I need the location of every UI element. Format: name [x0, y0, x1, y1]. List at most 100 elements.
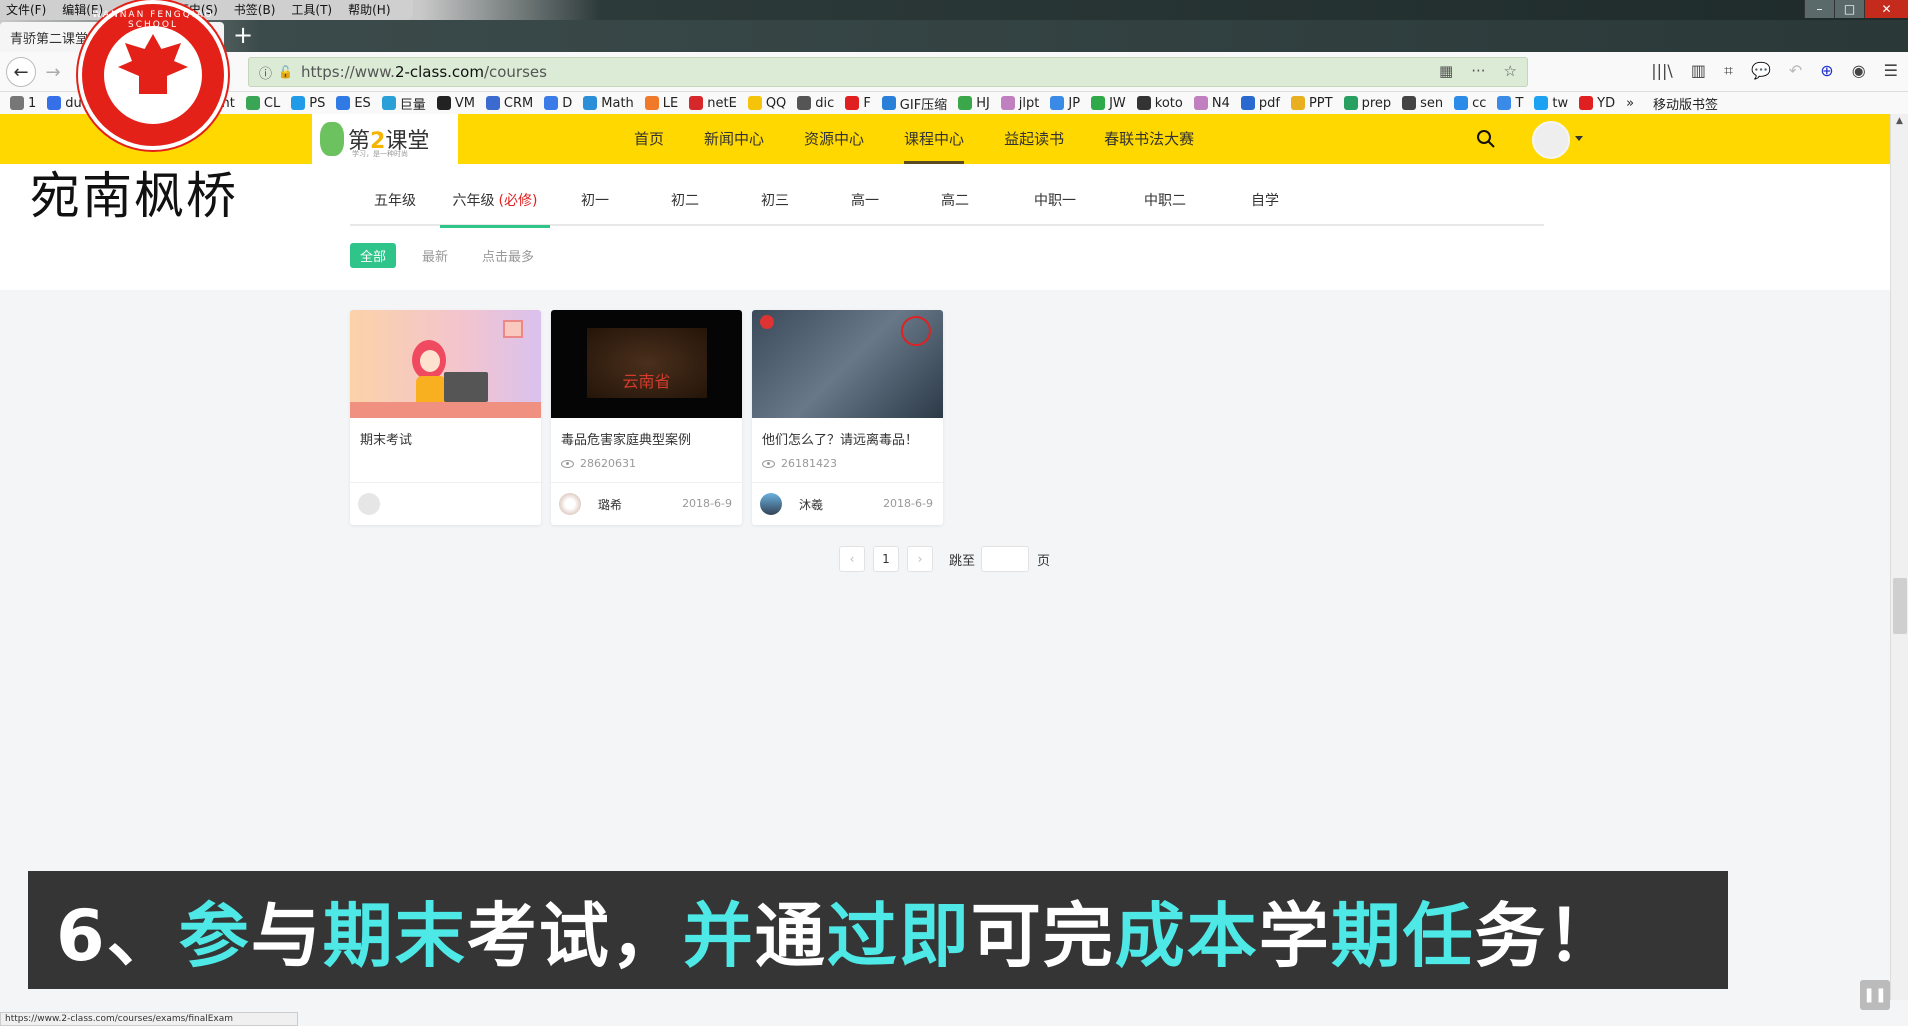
menu-item[interactable]: 帮助(H)	[348, 0, 390, 20]
bookmark-item[interactable]: ES	[336, 96, 371, 111]
bookmark-item[interactable]: F	[845, 96, 871, 111]
search-icon[interactable]	[1476, 129, 1496, 149]
menu-item[interactable]: 书签(B)	[234, 0, 276, 20]
grade-tab[interactable]: 中职二	[1110, 176, 1220, 226]
bookmark-item[interactable]: prep	[1343, 95, 1392, 111]
bookmark-favicon-icon	[436, 96, 451, 110]
bookmark-item[interactable]: YD	[1579, 96, 1615, 111]
bookmark-item[interactable]: GIF压缩	[881, 94, 947, 113]
minimize-button[interactable]: –	[1804, 0, 1834, 18]
next-page-button[interactable]: ›	[907, 546, 933, 572]
grade-tab[interactable]: 六年级 (必修)	[440, 176, 550, 228]
crop-icon[interactable]: ⌗	[1724, 61, 1733, 81]
account-icon[interactable]: ◉	[1852, 61, 1866, 81]
user-menu-caret-icon[interactable]	[1575, 136, 1583, 141]
scrollbar-thumb[interactable]	[1893, 578, 1907, 634]
sort-filter[interactable]: 点击最多	[482, 246, 534, 265]
sidebar-icon[interactable]: ▥	[1691, 61, 1706, 81]
bookmark-item[interactable]: LE	[644, 96, 678, 111]
bookmark-item[interactable]: JW	[1091, 96, 1126, 111]
bookmark-item[interactable]: tw	[1534, 96, 1568, 111]
grade-tab[interactable]: 中职一	[1000, 176, 1110, 226]
more-icon[interactable]: ···	[1471, 62, 1485, 80]
page-button-1[interactable]: 1	[873, 546, 899, 572]
address-bar[interactable]: ⓘ 🔓 https://www.2-class.com/courses ▦ ··…	[248, 57, 1528, 87]
nav-item[interactable]: 春联书法大赛	[1084, 114, 1214, 164]
close-window-button[interactable]: ✕	[1864, 0, 1908, 18]
lock-warning-icon[interactable]: 🔓	[278, 65, 293, 79]
sort-filter[interactable]: 最新	[422, 246, 448, 265]
bookmark-item[interactable]: CRM	[485, 96, 533, 111]
bookmark-item[interactable]: D	[544, 96, 572, 111]
user-avatar[interactable]	[1532, 121, 1570, 159]
grade-tab[interactable]: 五年级	[350, 176, 440, 226]
undo-icon[interactable]: ↶	[1789, 61, 1802, 81]
bookmarks-overflow-button[interactable]: »	[1626, 96, 1634, 111]
course-title[interactable]: 毒品危害家庭典型案例	[561, 429, 691, 448]
bookmark-item[interactable]: CL	[245, 96, 280, 111]
library-icon[interactable]: |||\	[1651, 61, 1673, 81]
course-card[interactable]: 云南省 毒品危害家庭典型案例 28620631 璐希 2018-6-9	[551, 310, 742, 525]
bookmark-item[interactable]: QQ	[747, 96, 786, 111]
course-title[interactable]: 他们怎么了？请远离毒品！	[762, 429, 918, 448]
maximize-button[interactable]: □	[1834, 0, 1864, 18]
bookmark-label: prep	[1361, 95, 1392, 111]
grade-tab[interactable]: 高一	[820, 176, 910, 226]
grade-tab[interactable]: 初一	[550, 176, 640, 226]
bookmark-item[interactable]: du	[47, 96, 82, 111]
site-logo[interactable]: 第2课堂 学习，是一种时尚	[312, 114, 458, 164]
bookmark-item[interactable]: 1	[10, 96, 36, 111]
course-card[interactable]: 他们怎么了？请远离毒品！ 26181423 沐羲 2018-6-9	[752, 310, 943, 525]
bookmark-item[interactable]: PS	[291, 96, 325, 111]
forward-button[interactable]: →	[38, 57, 68, 87]
grade-tab[interactable]: 初二	[640, 176, 730, 226]
bookmark-item[interactable]: T	[1497, 96, 1523, 111]
nav-item[interactable]: 资源中心	[784, 114, 884, 164]
back-button[interactable]: ←	[6, 57, 36, 87]
qr-icon[interactable]: ▦	[1439, 62, 1453, 80]
mobile-bookmarks-button[interactable]: 移动版书签	[1653, 94, 1718, 113]
star-icon[interactable]: ☆	[1504, 62, 1517, 80]
prev-page-button[interactable]: ‹	[839, 546, 865, 572]
menu-item[interactable]: 工具(T)	[291, 0, 332, 20]
pause-button[interactable]: ❚❚	[1860, 980, 1890, 1010]
nav-item[interactable]: 新闻中心	[684, 114, 784, 164]
nav-item[interactable]: 课程中心	[884, 114, 984, 164]
new-tab-button[interactable]: +	[228, 20, 258, 52]
page-scrollbar[interactable]: ▲	[1890, 114, 1908, 1000]
bookmark-item[interactable]: pdf	[1240, 96, 1280, 111]
info-icon[interactable]: ⓘ	[259, 63, 272, 82]
bookmark-item[interactable]: JP	[1050, 96, 1080, 111]
course-title[interactable]: 期末考试	[360, 429, 412, 448]
bookmark-item[interactable]: dic	[797, 96, 834, 111]
bookmark-item[interactable]: netE	[689, 96, 737, 111]
bookmark-item[interactable]: cc	[1454, 96, 1486, 111]
bookmark-favicon-icon	[1136, 96, 1151, 110]
bookmark-item[interactable]: koto	[1136, 96, 1183, 111]
bookmark-item[interactable]: PPT	[1290, 96, 1333, 111]
nav-item[interactable]: 益起读书	[984, 114, 1084, 164]
download-icon[interactable]: ⊕	[1820, 61, 1833, 81]
bookmark-item[interactable]: HJ	[958, 96, 990, 111]
course-thumbnail[interactable]: 云南省	[551, 310, 742, 418]
course-card[interactable]: 期末考试	[350, 310, 541, 525]
bookmark-item[interactable]: N4	[1193, 96, 1230, 111]
grade-tab[interactable]: 初三	[730, 176, 820, 226]
bookmark-item[interactable]: 巨量	[381, 94, 426, 113]
url-text[interactable]: https://www.2-class.com/courses	[301, 63, 547, 81]
menu-icon[interactable]: ☰	[1884, 61, 1898, 81]
nav-item[interactable]: 首页	[614, 114, 684, 164]
menu-item[interactable]: 文件(F)	[6, 0, 46, 20]
course-thumbnail[interactable]	[752, 310, 943, 418]
course-thumbnail[interactable]	[350, 310, 541, 418]
grade-tab[interactable]: 高二	[910, 176, 1000, 226]
bookmark-item[interactable]: jlpt	[1000, 96, 1039, 111]
grade-tab[interactable]: 自学	[1220, 176, 1310, 226]
sort-filter[interactable]: 全部	[350, 243, 397, 268]
scroll-up-icon[interactable]: ▲	[1896, 116, 1903, 126]
bookmark-item[interactable]: Math	[583, 96, 634, 111]
bookmark-item[interactable]: VM	[436, 96, 475, 111]
bookmark-item[interactable]: sen	[1402, 96, 1443, 111]
chat-icon[interactable]: 💬	[1751, 61, 1771, 81]
jump-page-input[interactable]	[981, 546, 1030, 572]
